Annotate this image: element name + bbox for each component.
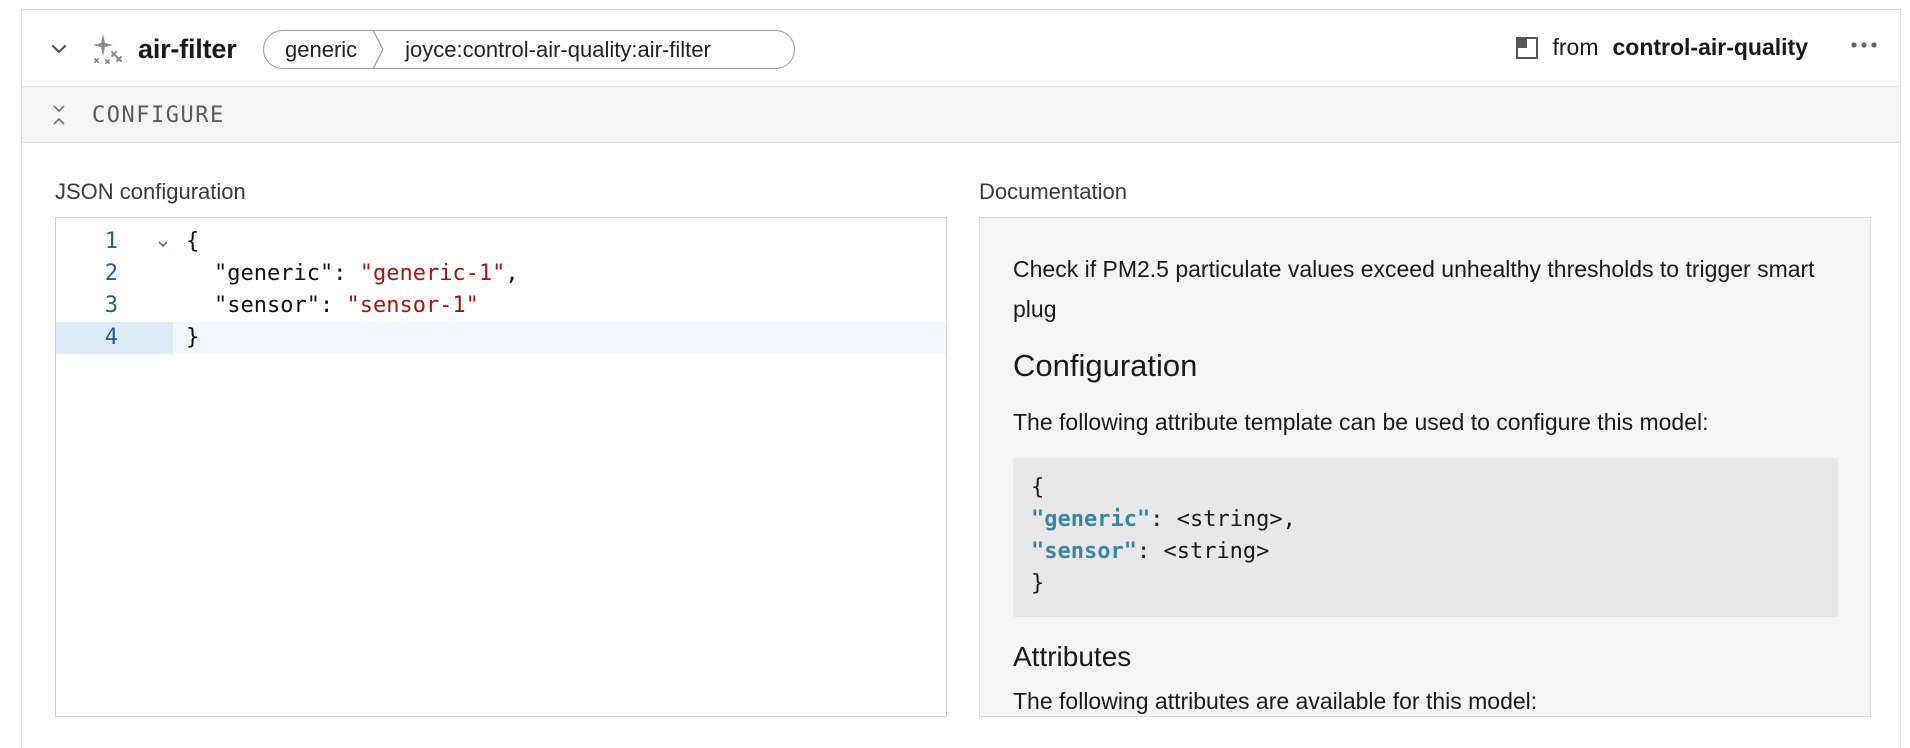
line-number: 2 xyxy=(104,261,118,286)
template-type: : <string>, xyxy=(1150,507,1296,532)
template-line: { xyxy=(1031,475,1045,500)
resource-title: air-filter xyxy=(138,34,237,64)
json-string-value: "sensor-1" xyxy=(346,293,479,318)
template-line: "generic": <string>, xyxy=(1031,504,1296,536)
template-line: } xyxy=(1031,571,1045,596)
resource-card: air-filter generic joyce:control-air-qua… xyxy=(21,9,1901,748)
attributes-heading: Attributes xyxy=(1013,641,1132,672)
code-text: "generic": "generic-1", xyxy=(214,258,519,290)
documentation-panel: Check if PM2.5 particulate values exceed… xyxy=(979,217,1871,717)
chevron-down-icon[interactable] xyxy=(50,42,68,56)
line-number: 1 xyxy=(104,229,118,254)
code-text: { xyxy=(186,229,200,254)
configuration-heading: Configuration xyxy=(1013,348,1198,383)
module-source-name: control-air-quality xyxy=(1612,34,1808,60)
fold-chevron-icon[interactable] xyxy=(156,226,170,258)
resource-header: air-filter generic joyce:control-air-qua… xyxy=(22,10,1900,87)
module-source-prefix: from xyxy=(1552,34,1599,60)
configuration-text: The following attribute template can be … xyxy=(1013,409,1709,435)
configure-section-toggle[interactable]: CONFIGURE xyxy=(22,87,1900,143)
template-key: "sensor" xyxy=(1031,539,1137,564)
module-source[interactable]: from control-air-quality xyxy=(1516,34,1808,61)
json-editor[interactable]: 1 { 2 "generic": "generic-1", 3 "sensor"… xyxy=(55,217,947,717)
template-type: : <string> xyxy=(1136,539,1270,564)
model-description: Check if PM2.5 particulate values exceed… xyxy=(1013,256,1815,322)
model-sparkle-icon xyxy=(93,34,122,64)
json-separator: : xyxy=(333,261,360,286)
json-punctuation: , xyxy=(505,261,519,286)
configure-label: CONFIGURE xyxy=(92,103,225,128)
attribute-template-code: { "generic": <string>, "sensor": <string… xyxy=(1013,458,1838,617)
more-options-icon[interactable] xyxy=(1850,40,1878,50)
model-breadcrumb: generic joyce:control-air-quality:air-fi… xyxy=(263,30,795,69)
module-icon xyxy=(1516,36,1539,59)
documentation-label: Documentation xyxy=(979,179,1127,204)
breadcrumb-item-namespace: generic xyxy=(285,36,358,62)
template-line: "sensor": <string> xyxy=(1031,536,1269,568)
code-line-active: 4 } xyxy=(56,322,946,354)
json-separator: : xyxy=(319,293,347,318)
collapse-icon xyxy=(53,105,65,125)
line-number: 3 xyxy=(104,293,118,318)
template-key: "generic" xyxy=(1031,507,1151,532)
code-line: 3 "sensor": "sensor-1" xyxy=(56,290,946,322)
line-number: 4 xyxy=(104,325,118,350)
json-string-value: "generic-1" xyxy=(359,261,506,286)
code-line: 2 "generic": "generic-1", xyxy=(56,258,946,290)
json-key: "generic" xyxy=(214,261,334,286)
attributes-text: The following attributes are available f… xyxy=(1013,688,1538,714)
json-configuration-label: JSON configuration xyxy=(55,179,246,204)
code-text: } xyxy=(186,325,200,350)
code-text: "sensor": "sensor-1" xyxy=(214,290,479,322)
breadcrumb-separator-icon xyxy=(372,31,384,68)
breadcrumb-item-model: joyce:control-air-quality:air-filter xyxy=(405,36,711,62)
json-key: "sensor" xyxy=(214,293,320,318)
code-line: 1 { xyxy=(56,226,946,258)
